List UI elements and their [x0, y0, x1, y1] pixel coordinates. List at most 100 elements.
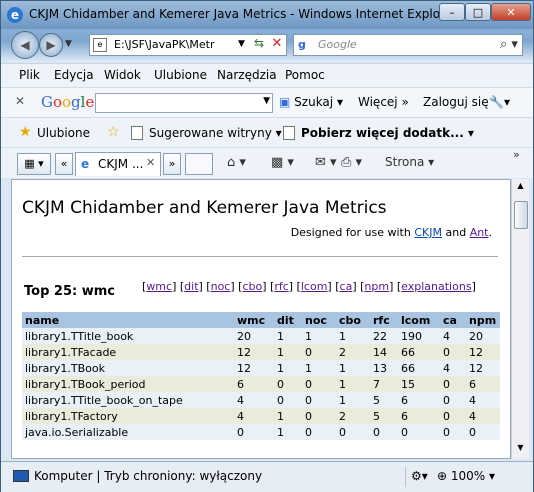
column-header: name: [22, 312, 234, 328]
tab-scroll-left-button[interactable]: «: [55, 153, 73, 175]
close-toolbar-icon[interactable]: ✕: [15, 94, 25, 108]
addons-link[interactable]: Pobierz więcej dodatk... ▾: [301, 126, 474, 140]
more-button[interactable]: Więcej »: [358, 95, 409, 109]
close-button[interactable]: ✕: [491, 3, 531, 21]
metric-cell: 15: [398, 376, 440, 392]
settings-wrench-icon[interactable]: 🔧▾: [489, 95, 510, 109]
google-search-dropdown-icon[interactable]: ▼: [263, 96, 270, 106]
tab-scroll-right-button[interactable]: »: [163, 153, 181, 175]
history-dropdown-icon[interactable]: ▼: [65, 39, 72, 49]
search-box[interactable]: g Google ⌕ ▾: [293, 34, 523, 56]
metric-cell: 0: [466, 424, 500, 440]
add-favorite-icon[interactable]: ☆: [107, 124, 120, 140]
metric-cell: 1: [336, 360, 370, 376]
mail-icon[interactable]: ✉ ▾: [315, 155, 337, 170]
metric-cell: 1: [274, 408, 302, 424]
minimize-button[interactable]: –: [439, 3, 465, 21]
metric-cell: 2: [336, 408, 370, 424]
metric-cell: 1: [336, 376, 370, 392]
google-search-input[interactable]: ▼: [95, 93, 273, 113]
ant-link[interactable]: Ant: [470, 226, 489, 239]
link-dit[interactable]: dit: [184, 280, 198, 293]
address-input[interactable]: E:\JSF\JavaPK\Metr: [114, 38, 239, 51]
metric-cell: 0: [274, 392, 302, 408]
feeds-icon[interactable]: ▩ ▾: [271, 155, 294, 170]
column-header: cbo: [336, 312, 370, 328]
column-header: npm: [466, 312, 500, 328]
metric-cell: 66: [398, 360, 440, 376]
metric-cell: 1: [274, 424, 302, 440]
close-tab-icon[interactable]: ✕: [146, 156, 155, 169]
status-bar: Komputer | Tryb chroniony: wyłączony ⚙▾ …: [1, 461, 533, 492]
menu-pomoc[interactable]: Pomoc: [285, 68, 325, 82]
address-dropdown-icon[interactable]: ▼: [238, 39, 245, 49]
menu-narzedzia[interactable]: Narzędzia: [217, 68, 277, 82]
metric-cell: 0: [440, 376, 466, 392]
google-search-button[interactable]: ▣ Szukaj ▾: [279, 95, 343, 109]
class-name-cell: library1.TBook: [22, 360, 234, 376]
metric-cell: 5: [370, 408, 398, 424]
scroll-up-arrow-icon[interactable]: ▲: [512, 181, 529, 195]
page-icon: e: [93, 38, 107, 52]
favorites-button[interactable]: Ulubione: [37, 126, 90, 140]
menu-ulubione[interactable]: Ulubione: [154, 68, 207, 82]
metric-cell: 0: [336, 424, 370, 440]
print-icon[interactable]: ⎙ ▾: [341, 155, 362, 170]
suggested-sites-link[interactable]: Sugerowane witryny ▾: [149, 126, 282, 140]
back-button[interactable]: ◀: [11, 31, 39, 59]
metric-cell: 4: [234, 408, 274, 424]
metric-cell: 6: [398, 392, 440, 408]
link-explanations[interactable]: explanations: [401, 280, 471, 293]
page-menu[interactable]: Strona ▾: [385, 155, 434, 169]
tab-ckjm[interactable]: e CKJM ... ✕: [75, 152, 161, 176]
ckjm-link[interactable]: CKJM: [414, 226, 442, 239]
title-bar[interactable]: e CKJM Chidamber and Kemerer Java Metric…: [1, 1, 533, 29]
metric-cell: 1: [274, 328, 302, 344]
link-rfc[interactable]: rfc: [274, 280, 288, 293]
column-header: wmc: [234, 312, 274, 328]
browser-window: e CKJM Chidamber and Kemerer Java Metric…: [0, 0, 534, 492]
forward-button[interactable]: ▶: [39, 33, 63, 57]
vertical-scrollbar[interactable]: ▲ ▼: [511, 179, 529, 459]
address-bar[interactable]: e E:\JSF\JavaPK\Metr ▼ ⇆ ✕: [89, 34, 287, 56]
metric-cell: 0: [234, 424, 274, 440]
home-icon[interactable]: ⌂ ▾: [227, 155, 246, 170]
link-cbo[interactable]: cbo: [242, 280, 262, 293]
class-name-cell: java.io.Serializable: [22, 424, 234, 440]
table-row: library1.TTitle_book_on_tape 4 0 0 1 5 6 0 4: [22, 392, 500, 408]
link-ca[interactable]: ca: [340, 280, 353, 293]
favorites-bar: ★ Ulubione ☆ Sugerowane witryny ▾ Pobier…: [1, 117, 533, 148]
metric-cell: 4: [466, 392, 500, 408]
new-tab-button[interactable]: [185, 153, 213, 175]
metric-cell: 6: [234, 376, 274, 392]
metric-cell: 20: [234, 328, 274, 344]
refresh-icon[interactable]: ⇆: [250, 36, 268, 54]
search-input[interactable]: Google: [318, 38, 357, 51]
menu-edycja[interactable]: Edycja: [54, 68, 94, 82]
maximize-button[interactable]: □: [465, 3, 491, 21]
metric-links: [wmc] [dit] [noc] [cbo] [rfc] [lcom] [ca…: [142, 280, 476, 293]
divider: [405, 467, 406, 487]
menu-plik[interactable]: Plik: [19, 68, 40, 82]
zoom-control[interactable]: ⊕ 100% ▾: [437, 469, 495, 483]
protected-mode-icon[interactable]: ⚙▾: [411, 469, 428, 483]
scroll-down-arrow-icon[interactable]: ▼: [512, 443, 529, 457]
class-name-cell: library1.TFactory: [22, 408, 234, 424]
metric-cell: 5: [370, 392, 398, 408]
link-noc[interactable]: noc: [211, 280, 231, 293]
metric-cell: 0: [370, 424, 398, 440]
toolbar-overflow-icon[interactable]: »: [513, 148, 520, 161]
link-lcom[interactable]: lcom: [301, 280, 328, 293]
metric-cell: 6: [466, 376, 500, 392]
stop-icon[interactable]: ✕: [268, 36, 286, 54]
link-npm[interactable]: npm: [364, 280, 389, 293]
quick-tabs-button[interactable]: ▦ ▾: [17, 153, 51, 175]
column-header: rfc: [370, 312, 398, 328]
navigation-bar: ◀ ▶ ▼ e E:\JSF\JavaPK\Metr ▼ ⇆ ✕ g Googl…: [1, 29, 533, 63]
scrollbar-thumb[interactable]: [514, 201, 528, 229]
link-wmc[interactable]: wmc: [146, 280, 172, 293]
search-magnifier-icon[interactable]: ⌕ ▾: [500, 37, 518, 52]
login-button[interactable]: Zaloguj się: [423, 95, 489, 109]
metric-cell: 1: [274, 360, 302, 376]
menu-widok[interactable]: Widok: [104, 68, 141, 82]
